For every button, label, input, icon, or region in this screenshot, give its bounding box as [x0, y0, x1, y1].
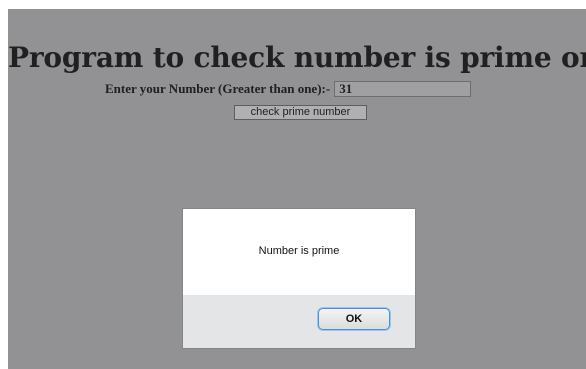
alert-message: Number is prime: [258, 245, 340, 257]
alert-footer: OK: [183, 295, 415, 348]
number-input-label: Enter your Number (Greater than one):-: [105, 81, 331, 96]
ok-button[interactable]: OK: [318, 308, 390, 330]
page-title: Program to check number is prime or not: [8, 40, 586, 74]
page-content: Program to check number is prime or not …: [8, 9, 586, 369]
number-input[interactable]: [334, 81, 472, 97]
check-prime-button[interactable]: check prime number: [234, 105, 367, 120]
alert-dialog: Number is prime OK: [183, 209, 415, 348]
number-form-row: Enter your Number (Greater than one):-: [105, 79, 472, 99]
